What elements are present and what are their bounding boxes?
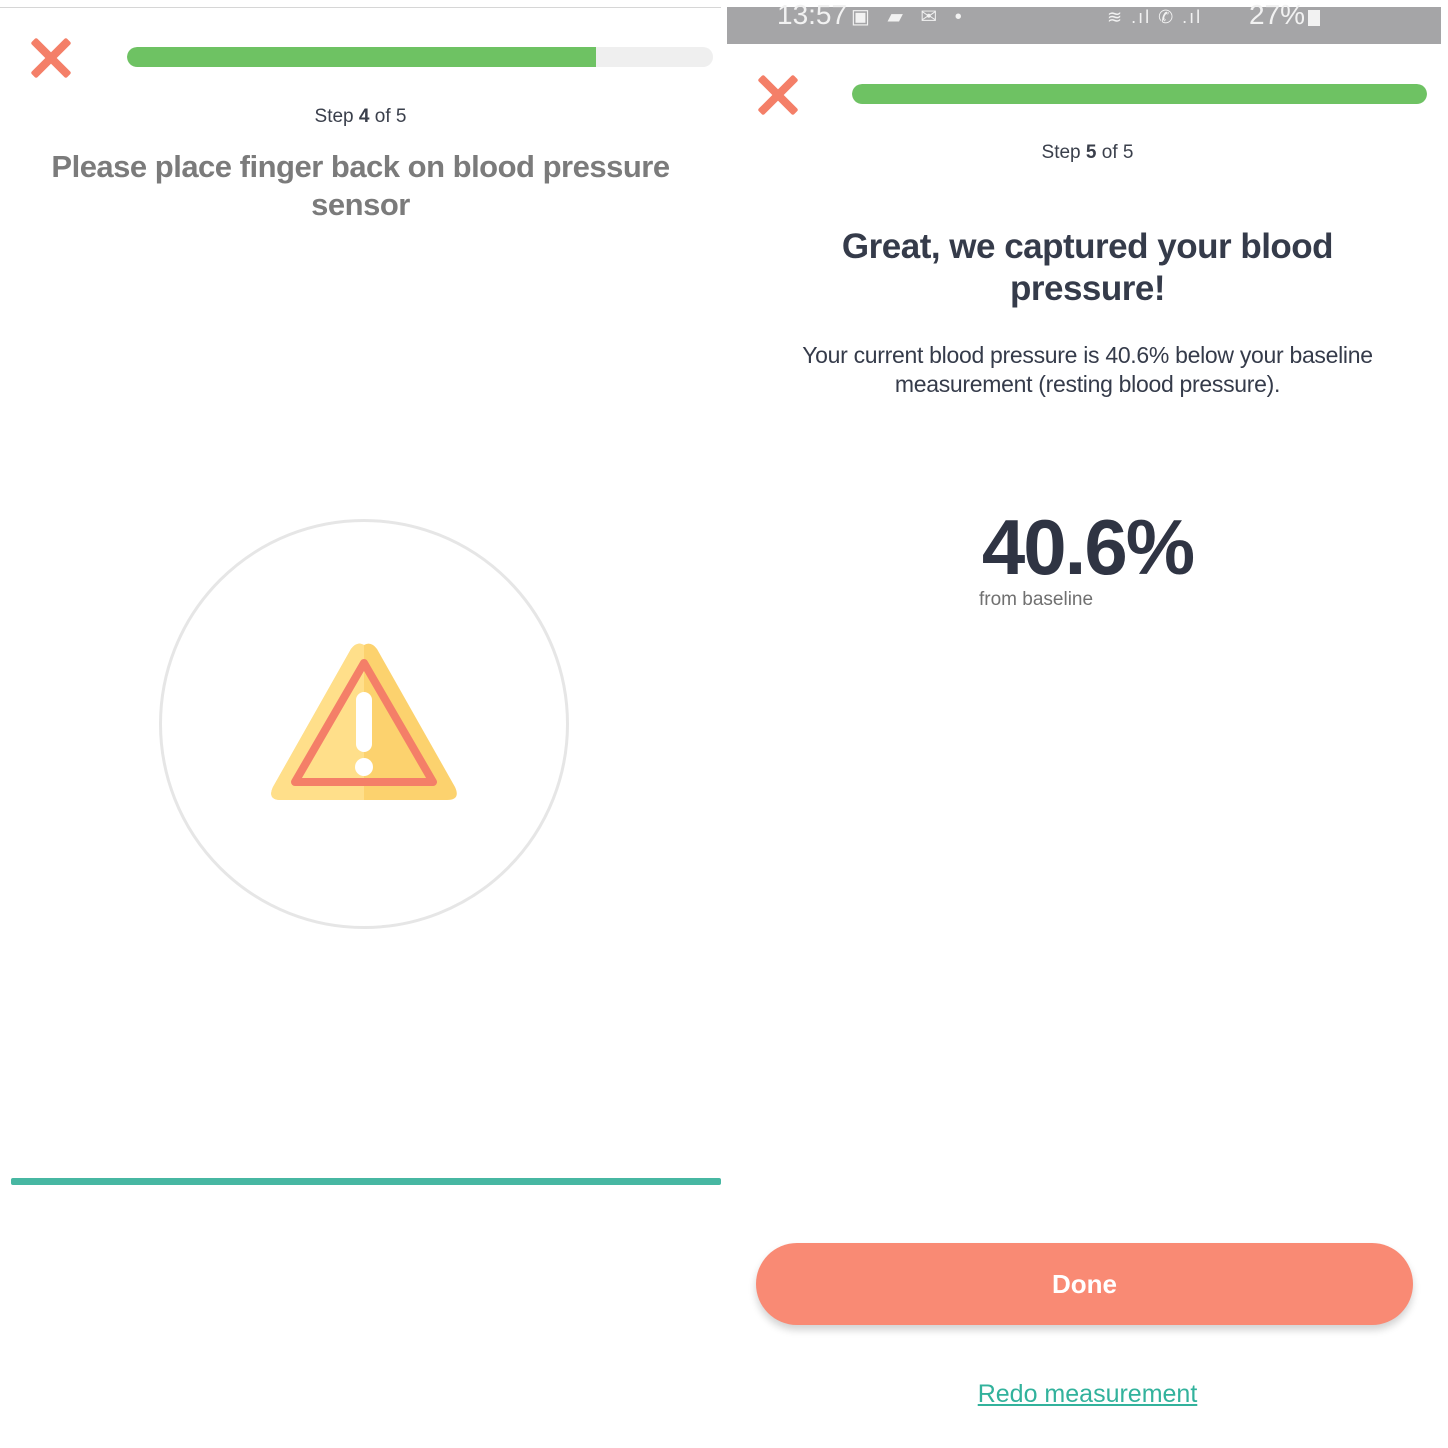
warning-triangle-icon (271, 643, 457, 800)
result-value: 40.6% (981, 503, 1195, 591)
right-screen: 13:57 ▣ ▰ ✉ • ≋ .ıl ✆ .ıl 27% Step 5 of … (727, 0, 1448, 1448)
step-prefix: Step (1041, 142, 1081, 163)
progress-fill (852, 84, 1427, 104)
signal-icons: ≋ .ıl ✆ .ıl (1107, 7, 1203, 27)
battery-indicator: 27% (1249, 0, 1321, 30)
done-button[interactable]: Done (756, 1243, 1413, 1325)
left-screen: Step 4 of 5 Please place finger back on … (0, 0, 721, 1448)
top-divider (0, 7, 721, 8)
step-suffix: of 5 (374, 106, 407, 127)
warning-circle (159, 519, 569, 929)
step-suffix: of 5 (1101, 142, 1134, 163)
step-current: 4 (358, 106, 370, 127)
redo-measurement-link[interactable]: Redo measurement (727, 1380, 1448, 1409)
progress-bar (127, 47, 713, 67)
close-icon[interactable] (755, 73, 799, 117)
battery-icon (1308, 10, 1321, 26)
success-title: Great, we captured your blood pressure! (841, 227, 1334, 308)
value-caption: from baseline (979, 589, 1094, 610)
instruction-text: Please place finger back on blood pressu… (51, 149, 670, 222)
result-description: Your current blood pressure is 40.6% bel… (802, 342, 1373, 397)
step-current: 5 (1085, 142, 1097, 163)
status-time: 13:57 (777, 0, 848, 30)
notification-icons: ▣ ▰ ✉ • (851, 6, 968, 28)
progress-bar (852, 84, 1427, 104)
bottom-progress-line (11, 1178, 721, 1185)
step-prefix: Step (314, 106, 354, 127)
status-bar: 13:57 ▣ ▰ ✉ • ≋ .ıl ✆ .ıl 27% (727, 1, 1441, 44)
step-indicator: Step 5 of 5 (727, 142, 1448, 164)
battery-percent: 27% (1249, 0, 1306, 30)
close-icon[interactable] (28, 36, 72, 80)
progress-fill (127, 47, 596, 67)
step-indicator: Step 4 of 5 (0, 106, 721, 128)
